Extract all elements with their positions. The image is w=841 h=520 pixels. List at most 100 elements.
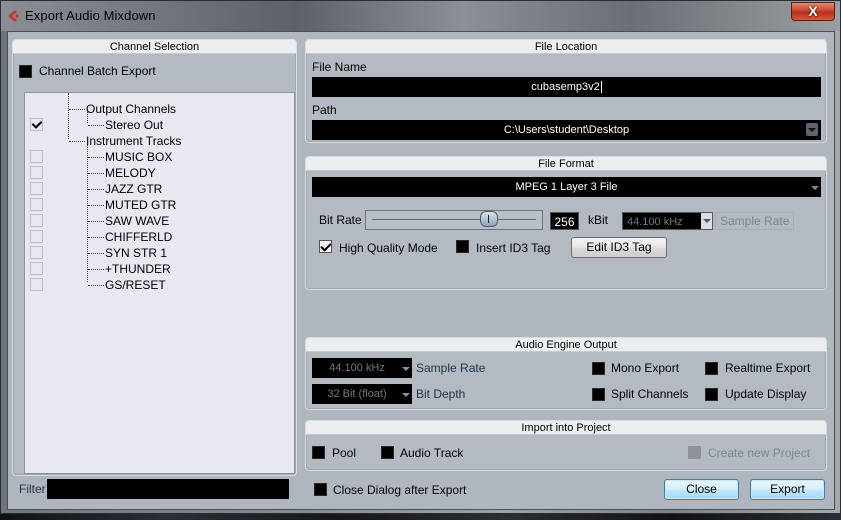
channel-tree-item[interactable]: +THUNDER — [105, 261, 171, 277]
channel-tree-item[interactable]: JAZZ GTR — [105, 181, 162, 197]
file-location-header: File Location — [306, 40, 826, 54]
channel-tree-item[interactable]: MUTED GTR — [105, 197, 176, 213]
channel-selection-header: Channel Selection — [13, 40, 296, 54]
chevron-down-icon — [808, 128, 816, 132]
audio-track-label: Audio Track — [400, 446, 464, 460]
channel-tree-item[interactable]: SAW WAVE — [105, 213, 169, 229]
bit-rate-label: Bit Rate — [319, 213, 362, 227]
tree-connector — [69, 109, 85, 110]
channel-checkbox[interactable] — [30, 246, 43, 259]
channel-checkbox[interactable] — [30, 262, 43, 275]
mono-export-label: Mono Export — [611, 361, 680, 375]
chevron-down-icon — [811, 186, 819, 190]
mp3-sample-rate-dropdown[interactable]: 44.100 kHz — [622, 212, 713, 230]
channel-batch-export-checkbox[interactable] — [19, 65, 32, 78]
create-new-project-checkbox[interactable] — [688, 446, 701, 459]
channel-tree-item[interactable]: Stereo Out — [105, 117, 163, 133]
insert-id3-tag-label: Insert ID3 Tag — [476, 241, 551, 255]
dropdown-button[interactable] — [701, 213, 712, 229]
file-format-header: File Format — [306, 157, 826, 171]
title-bar[interactable]: Export Audio Mixdown X — [1, 1, 840, 31]
file-format-panel: File Format MPEG 1 Layer 3 File Bit Rate… — [305, 156, 827, 290]
tree-connector — [68, 93, 69, 139]
pool-label: Pool — [332, 446, 357, 460]
slider-thumb[interactable] — [480, 211, 498, 227]
high-quality-mode-checkbox[interactable] — [319, 240, 332, 253]
channel-tree-item[interactable]: SYN STR 1 — [105, 245, 167, 261]
mp3-sample-rate-value: 44.100 kHz — [627, 216, 683, 228]
channel-batch-export-label: Channel Batch Export — [39, 64, 156, 78]
create-new-project-label: Create new Project — [708, 446, 811, 460]
edit-id3-tag-button[interactable]: Edit ID3 Tag — [571, 237, 667, 258]
file-format-value: MPEG 1 Layer 3 File — [515, 181, 618, 193]
tree-connector — [88, 157, 104, 158]
bit-depth-value: 32 Bit (float) — [327, 388, 387, 400]
channel-checkbox[interactable] — [30, 150, 43, 163]
window-close-button[interactable]: X — [791, 2, 835, 21]
close-icon: X — [808, 3, 818, 19]
channel-checkbox[interactable] — [30, 278, 43, 291]
file-name-input[interactable]: cubasemp3v2 — [312, 77, 821, 97]
engine-sample-rate-dropdown[interactable]: 44.100 kHz — [312, 358, 412, 378]
channel-checkbox[interactable] — [30, 230, 43, 243]
channel-checkbox[interactable] — [30, 166, 43, 179]
close-after-export-checkbox[interactable] — [314, 483, 327, 496]
file-format-dropdown[interactable]: MPEG 1 Layer 3 File — [312, 177, 821, 197]
channel-checkbox[interactable] — [30, 182, 43, 195]
bit-rate-unit: kBit — [588, 213, 609, 227]
file-location-panel: File Location File Name cubasemp3v2 Path… — [305, 39, 827, 143]
export-audio-mixdown-window: Export Audio Mixdown X Channel Selection… — [0, 0, 841, 514]
file-name-value: cubasemp3v2 — [531, 81, 600, 93]
bit-rate-slider[interactable] — [365, 210, 543, 230]
tree-connector — [88, 173, 104, 174]
update-display-label: Update Display — [725, 387, 807, 401]
path-dropdown[interactable]: C:\Users\student\Desktop — [312, 120, 821, 140]
tree-connector — [88, 237, 104, 238]
export-button[interactable]: Export — [750, 479, 825, 500]
close-after-export-label: Close Dialog after Export — [333, 483, 467, 497]
audio-engine-output-panel: Audio Engine Output 44.100 kHz Sample Ra… — [305, 337, 827, 410]
path-dropdown-button[interactable] — [806, 123, 818, 136]
import-into-project-panel: Import into Project Pool Audio Track Cre… — [305, 420, 827, 471]
tree-connector — [88, 205, 104, 206]
channel-tree[interactable]: Output Channels Stereo Out Instrument Trac… — [24, 92, 295, 474]
filter-label: Filter — [19, 482, 46, 496]
update-display-checkbox[interactable] — [705, 388, 718, 401]
cubase-logo-icon — [8, 10, 19, 22]
window-title: Export Audio Mixdown — [25, 8, 156, 23]
insert-id3-tag-checkbox[interactable] — [456, 240, 469, 253]
audio-track-checkbox[interactable] — [381, 446, 394, 459]
pool-checkbox[interactable] — [312, 446, 325, 459]
chevron-down-icon — [703, 219, 711, 223]
channel-tree-item[interactable]: CHIFFERLD — [105, 229, 172, 245]
channel-tree-item[interactable]: Output Channels — [86, 101, 176, 117]
text-cursor — [600, 81, 602, 93]
tree-connector — [88, 221, 104, 222]
audio-engine-output-header: Audio Engine Output — [306, 338, 826, 352]
tree-connector — [88, 189, 104, 190]
path-value: C:\Users\student\Desktop — [503, 124, 630, 136]
tree-connector — [69, 141, 85, 142]
bit-depth-dropdown[interactable]: 32 Bit (float) — [312, 384, 412, 404]
chevron-down-icon — [402, 367, 410, 371]
channel-tree-item[interactable]: MELODY — [105, 165, 156, 181]
realtime-export-checkbox[interactable] — [705, 362, 718, 375]
channel-tree-item[interactable]: GS/RESET — [105, 277, 166, 293]
import-into-project-header: Import into Project — [306, 421, 826, 435]
mp3-sample-rate-label: Sample Rate — [715, 212, 795, 230]
chevron-down-icon — [402, 393, 410, 397]
channel-checkbox[interactable] — [30, 214, 43, 227]
filter-input[interactable] — [47, 479, 289, 499]
tree-connector — [88, 269, 104, 270]
channel-tree-item[interactable]: MUSIC BOX — [105, 149, 172, 165]
close-button[interactable]: Close — [664, 479, 739, 500]
bit-rate-value[interactable]: 256 — [550, 212, 579, 230]
mono-export-checkbox[interactable] — [592, 362, 605, 375]
tree-connector — [88, 285, 104, 286]
channel-checkbox[interactable] — [30, 198, 43, 211]
channel-tree-item[interactable]: Instrument Tracks — [86, 133, 181, 149]
split-channels-checkbox[interactable] — [592, 388, 605, 401]
channel-checkbox[interactable] — [30, 118, 43, 131]
dialog-body: Channel Selection Channel Batch Export O… — [7, 31, 835, 510]
slider-track — [372, 219, 536, 220]
